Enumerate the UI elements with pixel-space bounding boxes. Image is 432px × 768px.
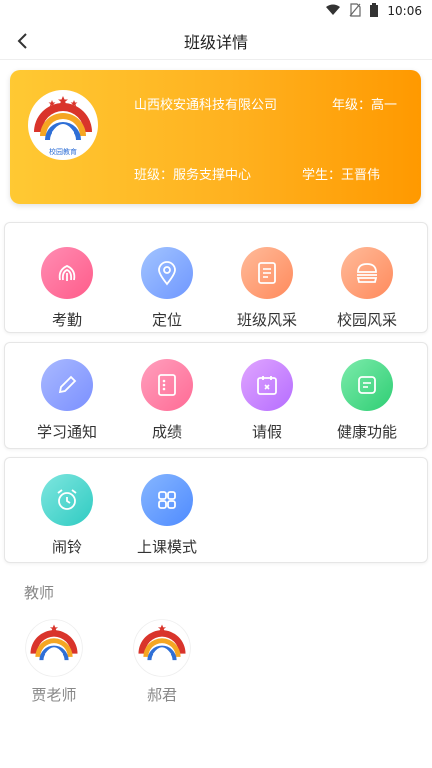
- status-bar: 10:06: [0, 0, 432, 22]
- menu-card-3: 闹铃 上课模式: [4, 457, 428, 563]
- teacher-name: 郝君: [146, 686, 177, 704]
- menu-item-label: 成绩: [151, 423, 182, 441]
- calendar-icon: [241, 359, 293, 411]
- logo-text: 校园教育: [49, 147, 77, 156]
- menu-item-health[interactable]: 健康功能: [322, 343, 412, 448]
- battery-icon: [369, 2, 379, 20]
- location-pin-icon: [141, 247, 193, 299]
- notebook-icon: [141, 359, 193, 411]
- menu-item-leave[interactable]: 请假: [222, 343, 312, 448]
- menu-item-alarm[interactable]: 闹铃: [22, 458, 112, 562]
- back-button[interactable]: [10, 28, 36, 54]
- menu-item-attendance[interactable]: 考勤: [22, 223, 112, 332]
- grid-icon: [141, 474, 193, 526]
- menu-card-1: 考勤 定位 班级风采 校园风采: [4, 222, 428, 333]
- company-name: 山西校安通科技有限公司: [134, 98, 278, 113]
- pencil-icon: [41, 359, 93, 411]
- status-time: 10:06: [387, 4, 422, 18]
- teacher-item[interactable]: 郝君: [126, 618, 198, 705]
- navigation-bar: 班级详情: [0, 22, 432, 60]
- menu-item-class-gallery[interactable]: 班级风采: [222, 223, 312, 332]
- grade-label: 年级：高一: [332, 98, 398, 113]
- no-sim-icon: [349, 2, 362, 20]
- teachers-section-title: 教师: [24, 584, 55, 602]
- wifi-icon: [325, 4, 341, 19]
- fingerprint-icon: [41, 247, 93, 299]
- chevron-left-icon: [17, 33, 27, 49]
- teacher-avatar-icon: [25, 619, 83, 677]
- menu-item-label: 闹铃: [51, 538, 82, 556]
- menu-item-label: 定位: [151, 311, 182, 329]
- burger-icon: [341, 247, 393, 299]
- menu-item-study-notice[interactable]: 学习通知: [22, 343, 112, 448]
- document-icon: [241, 247, 293, 299]
- menu-item-label: 班级风采: [236, 311, 297, 329]
- menu-item-label: 上课模式: [136, 538, 197, 556]
- menu-item-label: 校园风采: [336, 311, 397, 329]
- menu-item-class-mode[interactable]: 上课模式: [122, 458, 212, 562]
- health-card-icon: [341, 359, 393, 411]
- menu-item-label: 学习通知: [36, 423, 97, 441]
- menu-item-label: 请假: [251, 423, 282, 441]
- school-logo-icon: 校园教育: [28, 90, 98, 160]
- menu-item-campus-gallery[interactable]: 校园风采: [322, 223, 412, 332]
- menu-item-grades[interactable]: 成绩: [122, 343, 212, 448]
- menu-card-2: 学习通知 成绩 请假 健康功能: [4, 342, 428, 449]
- menu-item-label: 考勤: [51, 311, 82, 329]
- teacher-name: 贾老师: [31, 686, 77, 704]
- class-label: 班级：服务支撑中心: [134, 168, 252, 183]
- alarm-clock-icon: [41, 474, 93, 526]
- class-info-banner: 校园教育 山西校安通科技有限公司 年级：高一 班级：服务支撑中心 学生：王晋伟: [10, 70, 421, 204]
- page-title: 班级详情: [183, 32, 248, 52]
- student-label: 学生：王晋伟: [302, 168, 381, 183]
- menu-item-location[interactable]: 定位: [122, 223, 212, 332]
- menu-item-label: 健康功能: [336, 423, 397, 441]
- teacher-avatar-icon: [133, 619, 191, 677]
- teacher-item[interactable]: 贾老师: [18, 618, 90, 705]
